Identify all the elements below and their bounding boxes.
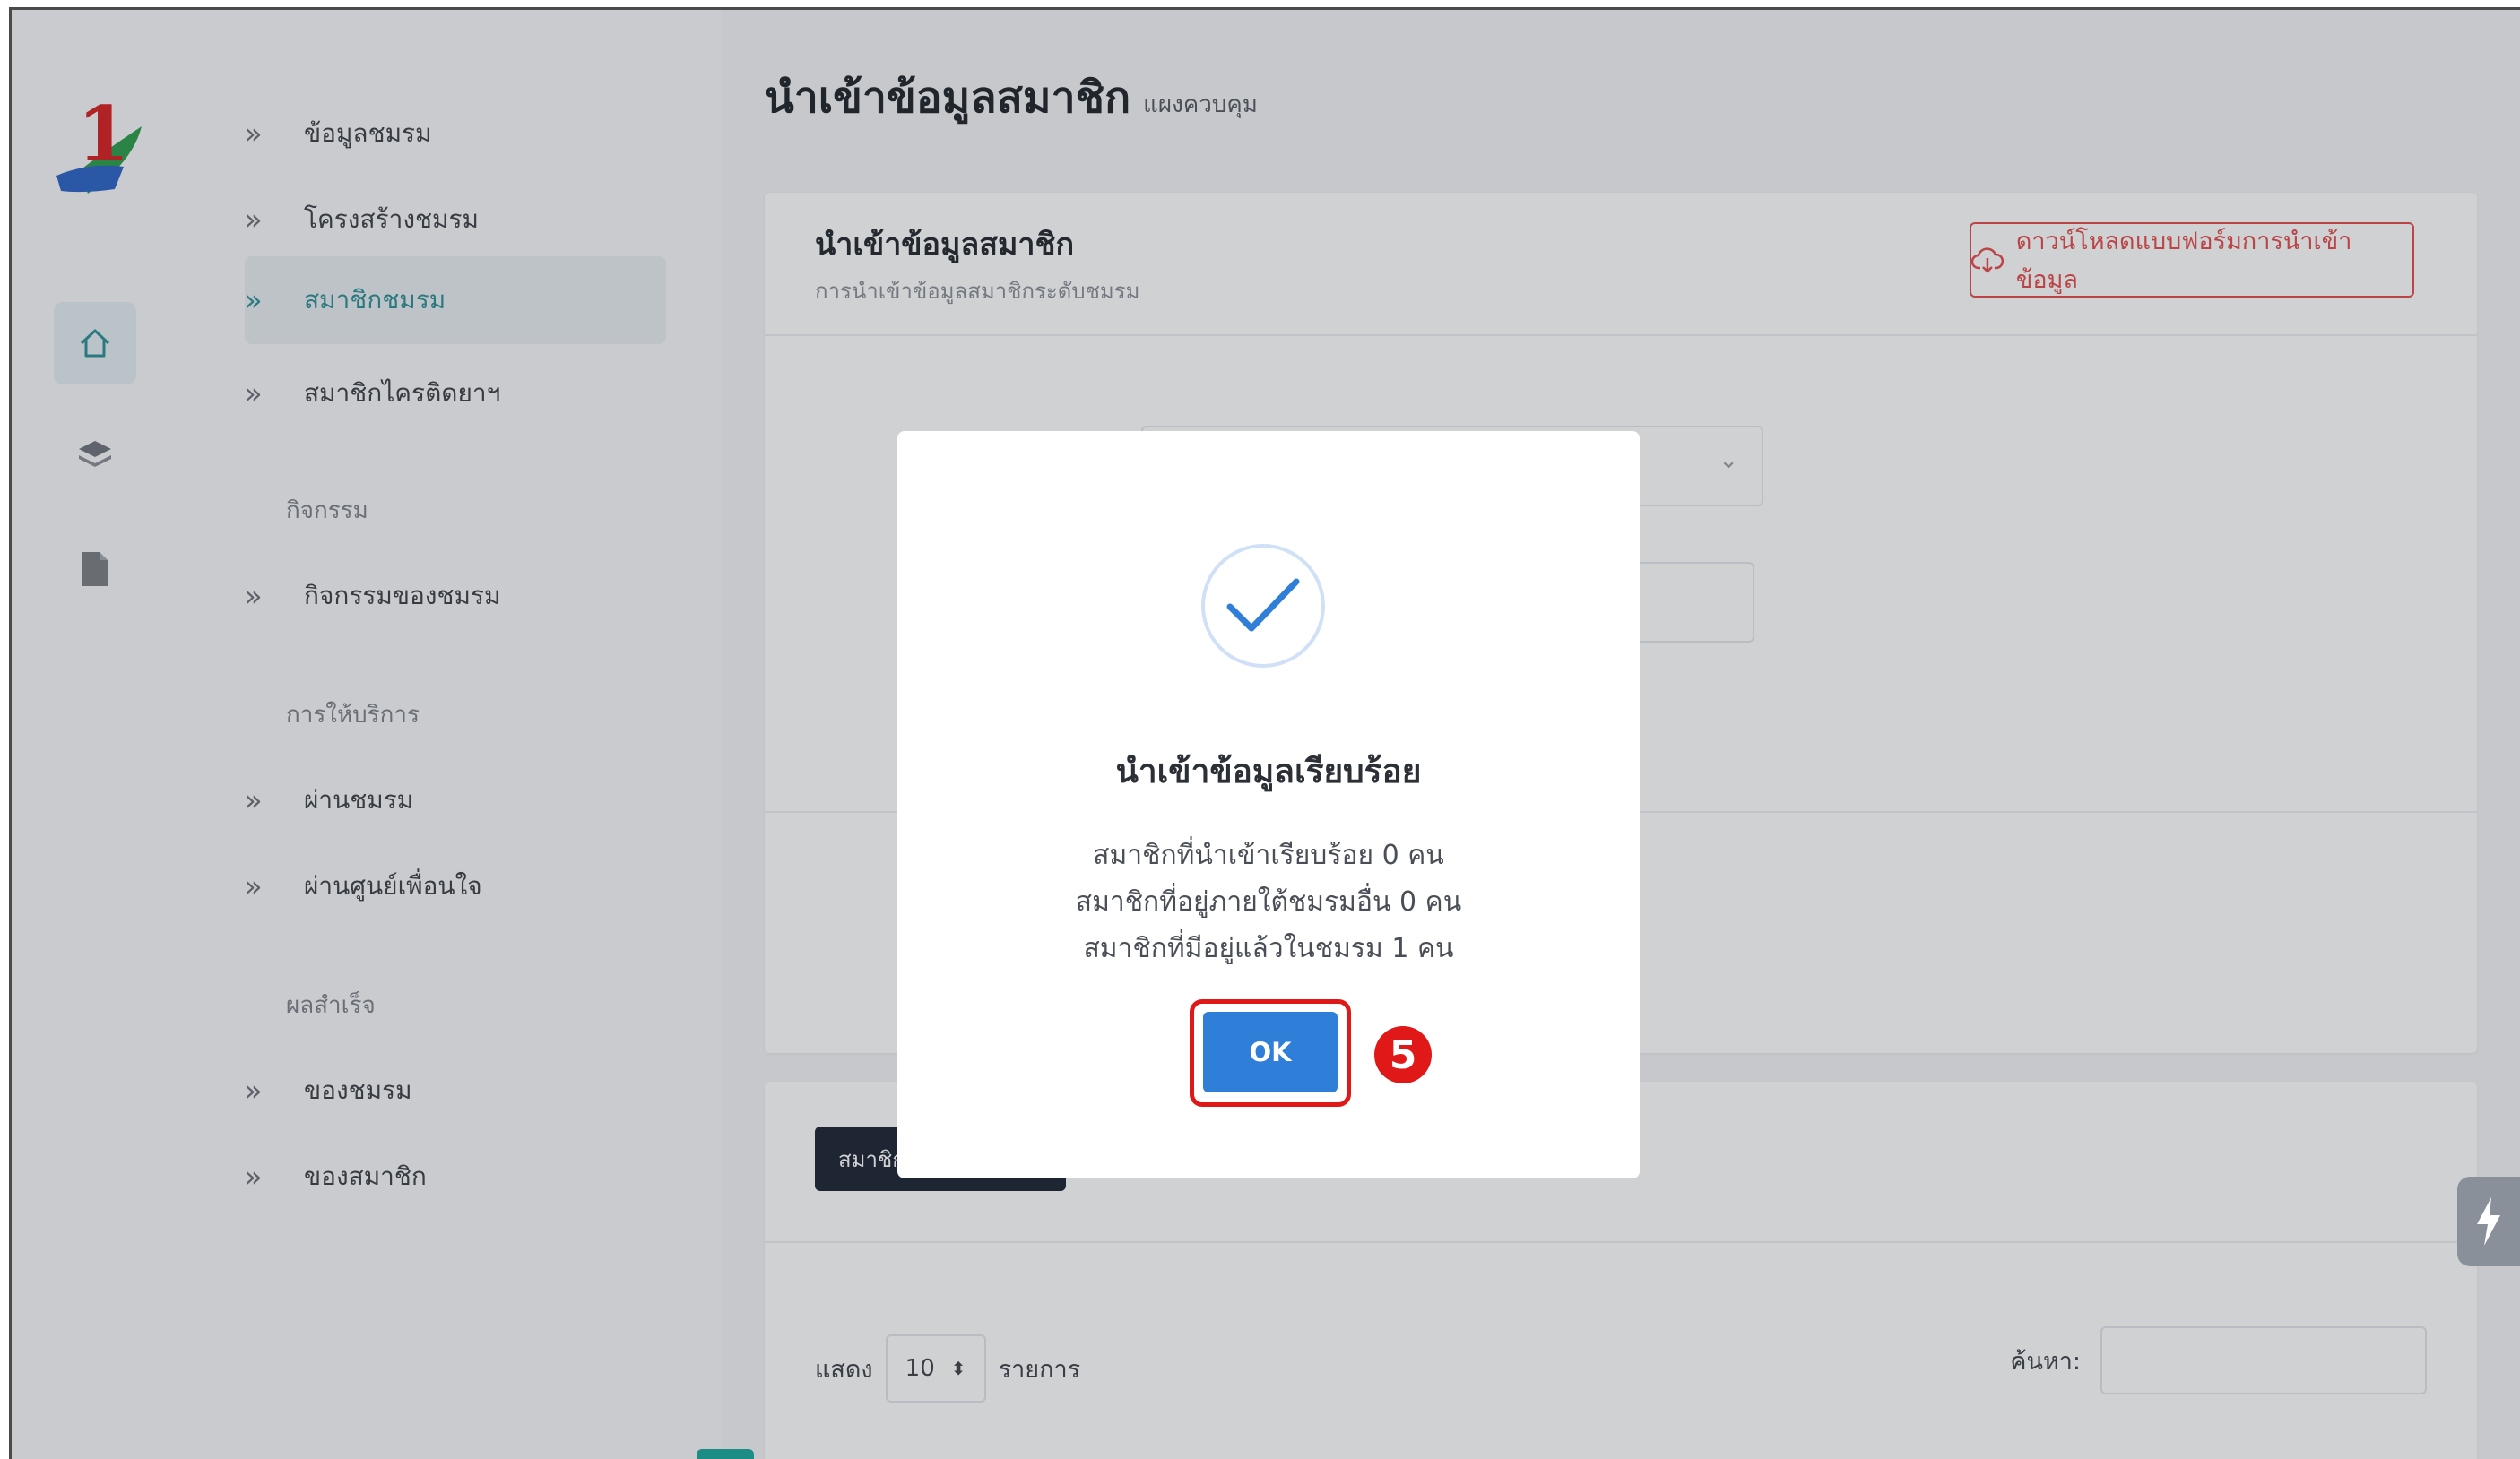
- ok-button[interactable]: OK: [1203, 1012, 1338, 1092]
- lightning-icon: [2477, 1197, 2500, 1246]
- dialog-imported-count: สมาชิกที่นำเข้าเรียบร้อย 0 คน: [1093, 840, 1444, 871]
- success-dialog: นำเข้าข้อมูลเรียบร้อย สมาชิกที่นำเข้าเรี…: [897, 431, 1640, 1178]
- dialog-other-club-count: สมาชิกที่อยู่ภายใต้ชมรมอื่น 0 คน: [1075, 886, 1462, 918]
- app-window: 1 » ข้อมูลชมรม » โครงสร้างชมรม » สมาชิกช…: [9, 7, 2520, 1459]
- dialog-title: นำเข้าข้อมูลเรียบร้อย: [1115, 752, 1422, 790]
- side-float-button[interactable]: [2457, 1177, 2520, 1266]
- step-number-badge: 5: [1374, 1026, 1432, 1083]
- success-check-icon: [1201, 544, 1325, 668]
- dialog-existing-count: สมาชิกที่มีอยู่แล้วในชมรม 1 คน: [1083, 933, 1454, 964]
